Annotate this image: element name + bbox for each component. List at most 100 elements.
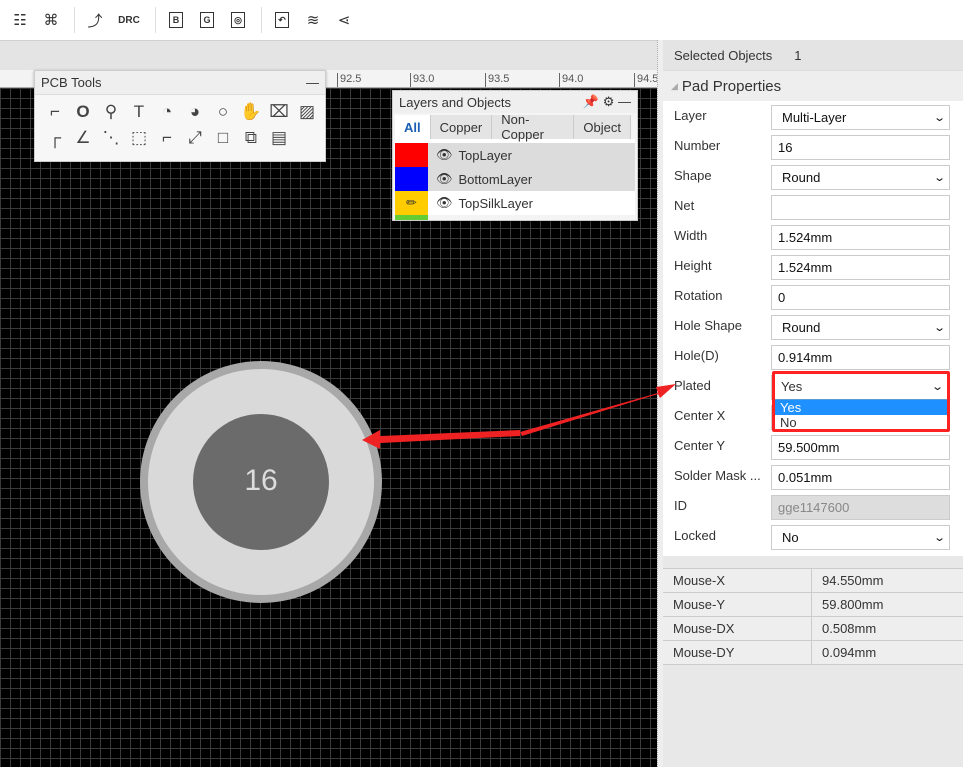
prop-input[interactable]: 16: [771, 134, 950, 160]
hole-icon[interactable]: ⧉: [237, 127, 265, 149]
prop-value: 0.051mm: [778, 469, 833, 485]
pan-hand-icon[interactable]: ✋: [237, 101, 265, 123]
plated-dropdown[interactable]: Yes ⌄ Yes No: [772, 371, 950, 432]
divider: [74, 7, 75, 33]
minimize-button[interactable]: —: [618, 94, 631, 109]
layer-name: TopLayer: [458, 147, 512, 163]
layer-row-toplayer[interactable]: 👁 TopLayer: [395, 143, 635, 167]
mouse-row: Mouse-X 94.550mm: [663, 569, 963, 593]
chevron-down-icon: ⌄: [932, 171, 946, 184]
tab-object[interactable]: Object: [574, 115, 631, 139]
eye-icon[interactable]: 👁: [436, 171, 453, 187]
table-icon[interactable]: ▤: [265, 127, 293, 149]
mouse-readout-table: Mouse-X 94.550mm Mouse-Y 59.800mm Mouse-DX 0.…: [663, 568, 963, 665]
copper-area-icon[interactable]: ⌧: [265, 101, 293, 123]
connect-pad-icon[interactable]: ⋱: [97, 127, 125, 149]
prop-row-number: Number 16: [663, 132, 963, 162]
prop-select[interactable]: Round ⌄: [771, 314, 950, 340]
prop-row-hole-d: Hole(D) 0.914mm: [663, 342, 963, 372]
prop-row-id: ID gge1147600: [663, 492, 963, 522]
layer-row-bottomlayer[interactable]: 👁 BottomLayer: [395, 167, 635, 191]
prop-input[interactable]: 0.051mm: [771, 464, 950, 490]
prop-input[interactable]: [771, 194, 950, 220]
prop-label: Net: [674, 198, 695, 213]
pick-place-icon: ◎: [231, 12, 245, 28]
group-icon[interactable]: ⌘: [37, 6, 65, 34]
import-changes-icon[interactable]: ↶: [268, 6, 296, 34]
pencil-icon[interactable]: ✏: [395, 191, 428, 215]
prop-value: 16: [778, 139, 793, 155]
mouse-row: Mouse-Y 59.800mm: [663, 593, 963, 617]
pin-icon[interactable]: 📌: [583, 94, 599, 109]
prop-row-net: Net: [663, 192, 963, 222]
layer-color[interactable]: [395, 143, 428, 167]
route-icon[interactable]: ⤴: [81, 6, 109, 34]
eye-icon[interactable]: 👁: [436, 147, 453, 163]
pad-icon[interactable]: O: [69, 101, 97, 123]
solid-region-icon[interactable]: ⬚: [125, 127, 153, 149]
prop-value: Multi-Layer: [782, 109, 847, 125]
chevron-down-icon: ⌄: [932, 531, 946, 544]
layers-icon[interactable]: ≋: [299, 6, 327, 34]
prop-input[interactable]: 1.524mm: [771, 224, 950, 250]
prop-value: No: [782, 529, 799, 545]
prop-row-solder-mask: Solder Mask ... 0.051mm: [663, 462, 963, 492]
prop-row-hole-shape: Hole Shape Round ⌄: [663, 312, 963, 342]
prop-select[interactable]: No ⌄: [771, 524, 950, 550]
mouse-key: Mouse-DX: [663, 617, 812, 640]
layer-color[interactable]: [395, 167, 428, 191]
prop-label: Shape: [674, 168, 712, 183]
panel-title: PCB Tools: [41, 75, 102, 90]
prop-select[interactable]: Multi-Layer ⌄: [771, 104, 950, 130]
tab-copper[interactable]: Copper: [430, 115, 493, 139]
gear-icon[interactable]: ⚙: [603, 94, 615, 109]
circle-icon[interactable]: ○: [209, 101, 237, 123]
prop-label: Rotation: [674, 288, 723, 303]
tab-all[interactable]: All: [395, 115, 431, 139]
divider: [261, 7, 262, 33]
chevron-down-icon: ⌄: [932, 321, 946, 334]
measure-icon[interactable]: ⤢: [181, 127, 209, 149]
bom-button[interactable]: B: [162, 6, 190, 34]
prop-input[interactable]: 0: [771, 284, 950, 310]
prop-input[interactable]: 0.914mm: [771, 344, 950, 370]
prop-value: 0.914mm: [778, 349, 833, 365]
pad-properties: Layer Multi-Layer ⌄ Number 16 Shape Round ⌄ Net W…: [663, 101, 963, 556]
drc-button[interactable]: DRC: [112, 6, 146, 34]
prop-row-center-y: Center Y 59.500mm: [663, 432, 963, 462]
layer-name: TopSilkLayer: [458, 195, 533, 211]
minimize-button[interactable]: —: [306, 75, 319, 90]
protractor-icon[interactable]: ∠: [69, 127, 97, 149]
divider: [155, 7, 156, 33]
align-icon[interactable]: ☷: [6, 6, 34, 34]
pad-properties-header[interactable]: ◢ Pad Properties: [663, 71, 963, 101]
prop-label: Center Y: [674, 438, 726, 453]
gerber-button[interactable]: G: [193, 6, 221, 34]
layer-row-topsilklayer[interactable]: ✏ 👁 TopSilkLayer: [395, 191, 635, 215]
pick-place-button[interactable]: ◎: [224, 6, 252, 34]
prop-input[interactable]: 1.524mm: [771, 254, 950, 280]
eye-icon[interactable]: 👁: [436, 195, 453, 211]
prop-input[interactable]: 59.500mm: [771, 434, 950, 460]
prop-label: Hole(D): [674, 348, 719, 363]
prop-row-width: Width 1.524mm: [663, 222, 963, 252]
ruler-tick: 93.0: [410, 73, 434, 87]
prop-select[interactable]: Round ⌄: [771, 164, 950, 190]
text-icon[interactable]: T: [125, 101, 153, 123]
ruler-tick: 92.5: [337, 73, 361, 87]
board-outline-icon[interactable]: ⌐: [153, 127, 181, 149]
arc-icon[interactable]: ◔: [153, 101, 181, 123]
center-arc-icon[interactable]: ◕: [181, 101, 209, 123]
mouse-key: Mouse-DY: [663, 641, 812, 664]
option-no[interactable]: No: [775, 415, 947, 430]
via-icon[interactable]: ⚲: [97, 101, 125, 123]
rectangle-icon[interactable]: □: [209, 127, 237, 149]
image-icon[interactable]: ▨: [293, 101, 321, 123]
layer-name: BottomLayer: [458, 171, 533, 187]
option-yes[interactable]: Yes: [775, 400, 947, 415]
tab-non-copper[interactable]: Non-Copper: [492, 112, 575, 142]
prop-label: ID: [674, 498, 687, 513]
track-icon[interactable]: ⌐: [41, 101, 69, 123]
share-icon[interactable]: ⋖: [330, 6, 358, 34]
dimension-icon[interactable]: ┌: [41, 127, 69, 149]
